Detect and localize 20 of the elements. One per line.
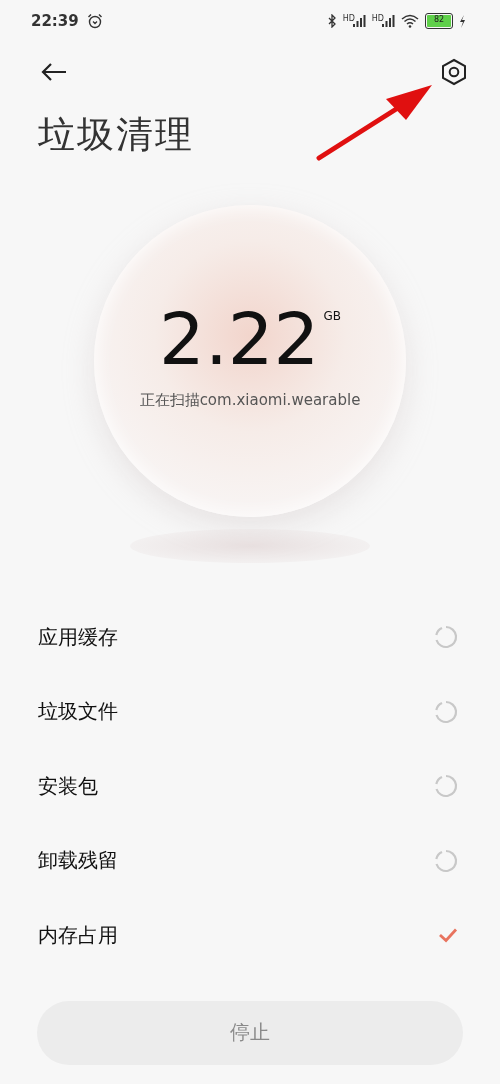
signal-icon	[382, 15, 395, 27]
settings-icon[interactable]	[441, 58, 467, 86]
size-unit: GB	[323, 308, 341, 323]
battery-icon: 82	[425, 13, 453, 29]
alarm-clock-icon	[86, 13, 103, 29]
network-label: HD	[371, 15, 384, 23]
page-title: 垃圾清理	[38, 112, 194, 158]
category-label: 安装包	[38, 772, 98, 800]
network-label: HD	[342, 15, 355, 23]
scan-status: 正在扫描com.xiaomi.wearable	[139, 390, 361, 410]
category-label: 卸载残留	[38, 847, 118, 875]
wifi-icon	[401, 14, 419, 28]
category-label: 应用缓存	[38, 623, 118, 651]
bluetooth-icon	[326, 14, 337, 28]
category-label: 内存占用	[38, 921, 118, 949]
stop-button[interactable]: 停止	[37, 1000, 463, 1065]
category-label: 垃圾文件	[38, 698, 118, 726]
junk-size: 2.22	[159, 302, 320, 375]
status-time: 22:39	[31, 12, 79, 30]
back-icon[interactable]	[40, 62, 68, 82]
